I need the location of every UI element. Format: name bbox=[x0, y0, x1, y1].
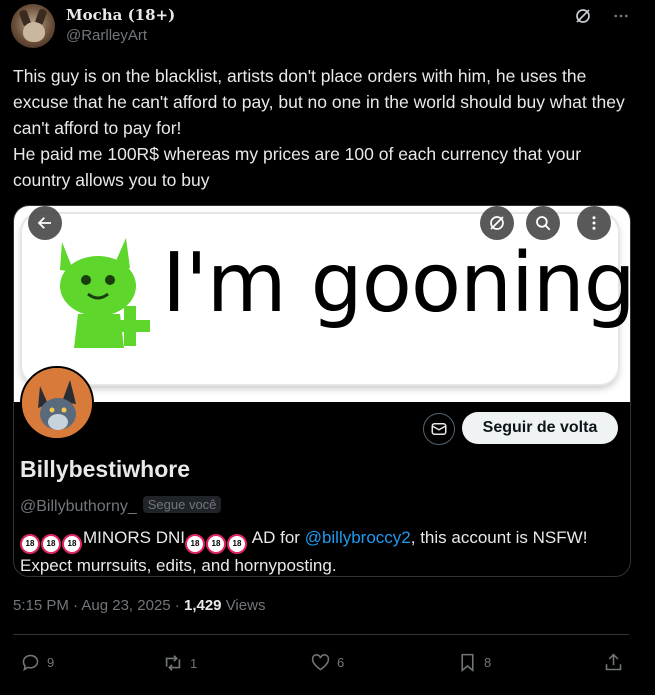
profile-handle: @Billybuthorny_ bbox=[20, 498, 137, 515]
green-mascot-icon bbox=[60, 238, 150, 348]
bio-mention-link[interactable]: @billybroccy2 bbox=[305, 528, 411, 547]
bio-minors: MINORS DNI bbox=[83, 528, 185, 547]
bookmark-count: 8 bbox=[484, 655, 492, 670]
profile-banner: I'm gooning! bbox=[14, 206, 630, 402]
banner-text: I'm gooning! bbox=[162, 236, 631, 331]
search-icon[interactable] bbox=[526, 206, 560, 240]
follow-back-button[interactable]: Seguir de volta bbox=[462, 412, 618, 444]
no-under-18-icon: 18 bbox=[41, 534, 61, 554]
action-bar: 9 1 6 8 bbox=[0, 648, 655, 678]
bookmark-icon bbox=[461, 653, 474, 673]
tweet-media[interactable]: I'm gooning! Seguir de volta Billybestiw… bbox=[13, 205, 631, 577]
tweet-text: This guy is on the blacklist, artists do… bbox=[13, 63, 638, 193]
tweet-paragraph: He paid me 100R$ whereas my prices are 1… bbox=[13, 144, 582, 190]
profile-bio: 18 18 18 MINORS DNI 18 18 18 AD for @billybroc… bbox=[20, 526, 620, 576]
author-avatar[interactable] bbox=[11, 4, 55, 48]
tweet-paragraph: This guy is on the blacklist, artists do… bbox=[13, 66, 625, 138]
like-count: 6 bbox=[337, 655, 345, 670]
repost-button[interactable]: 1 bbox=[162, 652, 197, 674]
profile-avatar[interactable] bbox=[20, 366, 94, 440]
profile-handle-row: @Billybuthorny_ Segue você bbox=[20, 496, 222, 516]
tweet-meta: 5:15 PM · Aug 23, 2025 · 1,429 Views bbox=[13, 597, 265, 614]
no-under-18-icon: 18 bbox=[20, 534, 40, 554]
grok-icon[interactable] bbox=[480, 206, 514, 240]
reply-button[interactable]: 9 bbox=[20, 652, 54, 673]
profile-name: Billybestiwhore bbox=[20, 456, 190, 482]
back-arrow-icon[interactable] bbox=[28, 206, 62, 240]
grok-icon[interactable] bbox=[573, 6, 593, 26]
author-name[interactable]: Mocha (18+) bbox=[66, 6, 175, 24]
views-label: Views bbox=[221, 597, 266, 614]
reply-count: 9 bbox=[47, 655, 55, 670]
bio-ad: AD for bbox=[248, 528, 305, 547]
no-under-18-icon: 18 bbox=[227, 534, 247, 554]
more-icon[interactable] bbox=[577, 206, 611, 240]
views-count[interactable]: 1,429 bbox=[184, 597, 222, 614]
reply-icon bbox=[22, 654, 39, 672]
message-icon[interactable] bbox=[423, 413, 455, 445]
follows-you-badge: Segue você bbox=[142, 496, 222, 513]
tweet-date[interactable]: Aug 23, 2025 bbox=[81, 597, 170, 614]
repost-icon bbox=[165, 655, 181, 671]
repost-count: 1 bbox=[190, 655, 198, 671]
no-under-18-icon: 18 bbox=[62, 534, 82, 554]
more-icon[interactable] bbox=[611, 6, 631, 26]
divider bbox=[13, 634, 629, 635]
tweet-time[interactable]: 5:15 PM bbox=[13, 597, 69, 614]
meta-separator: · bbox=[68, 597, 82, 614]
like-button[interactable]: 6 bbox=[310, 652, 344, 673]
tweet-top-actions bbox=[573, 6, 631, 26]
share-icon bbox=[605, 653, 622, 671]
no-under-18-icon: 18 bbox=[206, 534, 226, 554]
author-handle[interactable]: @RarlleyArt bbox=[66, 27, 147, 44]
meta-separator: · bbox=[170, 597, 184, 614]
bookmark-button[interactable]: 8 bbox=[457, 652, 491, 673]
no-under-18-icon: 18 bbox=[185, 534, 205, 554]
share-button[interactable] bbox=[603, 652, 624, 673]
heart-icon bbox=[311, 654, 330, 671]
